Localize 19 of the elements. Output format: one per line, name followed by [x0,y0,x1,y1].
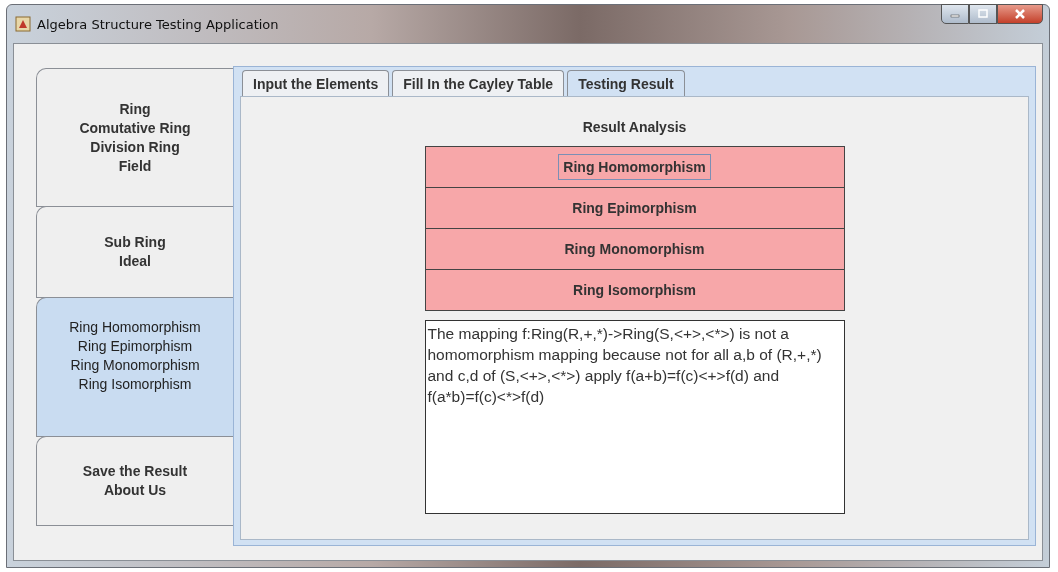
close-icon [1014,8,1026,20]
tab[interactable]: Fill In the Cayley Table [392,70,565,96]
result-button[interactable]: Ring Epimorphism [424,187,845,229]
result-text-area[interactable]: The mapping f:Ring(R,+,*)->Ring(S,<+>,<*>) is not a homomorphism mapping because not for all a,b of (R,+,*) and c,d of (S,<+>,<*>) apply f(a+b)=f(c)<+>f(d) and f(a*b)=f(c)<*>f(d) [424,320,845,514]
result-heading: Result Analysis [582,119,687,135]
tab[interactable]: Testing Result [567,70,685,96]
close-button[interactable] [997,4,1043,24]
side-tab[interactable]: Ring Homomorphism Ring Epimorphism Ring Monomorphism Ring Isomorphism [36,297,233,437]
side-tab[interactable]: Ring Comutative Ring Division Ring Field [36,68,233,207]
result-button[interactable]: Ring Isomorphism [424,269,845,311]
tab[interactable]: Input the Elements [242,70,390,96]
maximize-button[interactable] [969,4,997,24]
result-button[interactable]: Ring Homomorphism [424,146,845,188]
result-button[interactable]: Ring Monomorphism [424,228,845,270]
side-tab[interactable]: Save the Result About Us [36,436,233,526]
maximize-icon [978,9,988,19]
window-title: Algebra Structure Testing Application [37,16,280,32]
minimize-button[interactable] [941,4,969,24]
app-icon [15,16,31,32]
